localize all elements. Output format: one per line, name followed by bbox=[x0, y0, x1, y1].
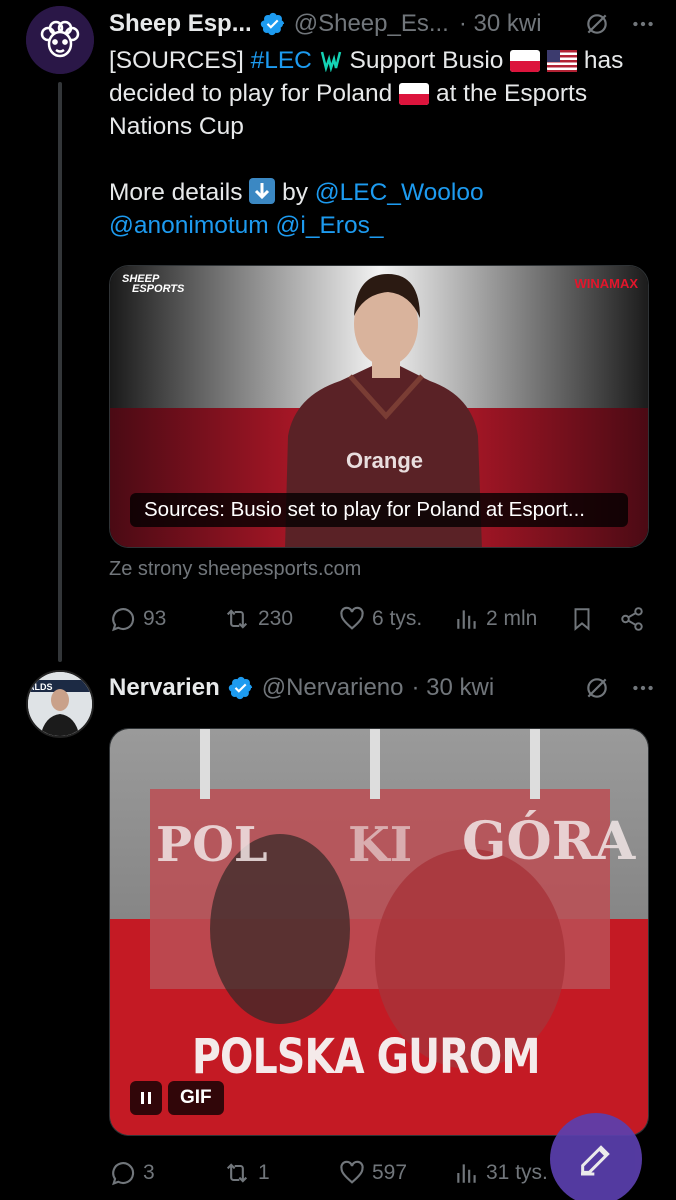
tweet-text-line2: decided to play for Poland bbox=[109, 80, 393, 107]
avatar[interactable]: ALDS bbox=[26, 670, 94, 738]
heart-icon bbox=[340, 1160, 364, 1184]
tweet-text-more: More details bbox=[109, 179, 243, 206]
mention-link[interactable]: @LEC_Wooloo bbox=[315, 179, 484, 206]
tweet-time[interactable]: · 30 kwi bbox=[459, 10, 542, 38]
views-icon bbox=[457, 1164, 476, 1183]
jersey-text: Orange bbox=[346, 448, 424, 473]
sheep-esports-logo: SHEEP ESPORTS bbox=[122, 274, 185, 295]
bookmark-icon bbox=[574, 608, 590, 631]
poland-flag-icon bbox=[510, 50, 541, 72]
compose-icon bbox=[581, 1145, 610, 1176]
usa-flag-icon bbox=[547, 50, 578, 72]
views-icon bbox=[457, 610, 476, 629]
logo-bottom-text: ESPORTS bbox=[132, 283, 185, 295]
heart-icon bbox=[340, 606, 364, 630]
poland-flag-icon bbox=[399, 83, 430, 105]
repost-button[interactable]: 230 bbox=[222, 605, 338, 633]
tweet-actions: 93 230 6 tys. 2 mln bbox=[109, 599, 649, 639]
reply-icon bbox=[112, 608, 135, 632]
avatar-column bbox=[26, 6, 94, 74]
avatar-column: ALDS bbox=[26, 670, 94, 738]
reply-count: 93 bbox=[143, 607, 167, 630]
tweet-text-has: has bbox=[583, 47, 624, 74]
lec-logo-icon bbox=[320, 51, 341, 72]
reply-count: 3 bbox=[143, 1161, 155, 1184]
card-domain[interactable]: Ze strony sheepesports.com bbox=[109, 558, 361, 581]
bookmark-button[interactable] bbox=[569, 605, 619, 633]
like-button[interactable]: 6 tys. bbox=[338, 605, 454, 633]
avatar-photo bbox=[28, 672, 92, 736]
tweet-time[interactable]: · 30 kwi bbox=[411, 674, 494, 702]
down-arrow-icon bbox=[249, 178, 276, 204]
tweet-line-1: [SOURCES] #LEC Support Busio has bbox=[109, 44, 649, 77]
tweet-text-line2b: at the Esports bbox=[435, 80, 588, 107]
tweet-line-5: More details by @LEC_Wooloo bbox=[109, 176, 649, 209]
banner-text-right: GÓRA bbox=[462, 811, 636, 872]
like-count: 6 tys. bbox=[372, 607, 423, 630]
repost-count: 230 bbox=[258, 607, 294, 630]
reply-button[interactable]: 3 bbox=[109, 1159, 222, 1187]
gif-controls: GIF bbox=[130, 1081, 224, 1115]
repost-icon bbox=[226, 1163, 248, 1183]
gif-caption-text: POLSKA GUROM bbox=[192, 1029, 541, 1085]
mention-link[interactable]: @anonimotum bbox=[109, 212, 269, 239]
gif-badge: GIF bbox=[168, 1081, 224, 1115]
views-button[interactable]: 2 mln bbox=[454, 606, 569, 632]
hashtag-link[interactable]: #LEC bbox=[251, 47, 312, 74]
mention-link[interactable]: @i_Eros_ bbox=[276, 212, 384, 239]
verified-badge-icon bbox=[260, 12, 284, 36]
sponsor-logo: WINAMAX bbox=[574, 276, 638, 291]
reply-button[interactable]: 93 bbox=[109, 605, 222, 633]
gif-media[interactable]: POL KI GÓRA POLSKA GUROM GIF bbox=[109, 728, 649, 1136]
share-button[interactable] bbox=[619, 606, 645, 632]
card-caption: Sources: Busio set to play for Poland at… bbox=[130, 493, 628, 527]
pause-icon bbox=[141, 1092, 151, 1104]
avatar-text: ALDS bbox=[28, 682, 53, 692]
link-card[interactable]: SHEEP ESPORTS WINAMAX Orange Sources: Bu… bbox=[109, 265, 649, 548]
tweet-text-sources: [SOURCES] bbox=[109, 47, 244, 74]
views-count: 2 mln bbox=[486, 607, 538, 630]
repost-button[interactable]: 1 bbox=[222, 1159, 338, 1187]
repost-count: 1 bbox=[258, 1161, 270, 1184]
tweet-text-support: Support Busio bbox=[349, 47, 504, 74]
tweet-header: Nervarien @Nervarieno · 30 kwi bbox=[109, 668, 656, 708]
reply-icon bbox=[112, 1162, 135, 1186]
author-handle[interactable]: @Nervarieno bbox=[262, 674, 404, 702]
tweet-text-by: by bbox=[282, 179, 308, 206]
grok-icon[interactable] bbox=[584, 11, 610, 37]
tweet-line-2: decided to play for Poland at the Esport… bbox=[109, 77, 649, 110]
grok-icon[interactable] bbox=[584, 675, 610, 701]
tweet-body: [SOURCES] #LEC Support Busio has decided… bbox=[109, 44, 649, 242]
tweet-header: Sheep Esp... @Sheep_Es... · 30 kwi bbox=[109, 4, 656, 44]
views-count: 31 tys. bbox=[486, 1161, 548, 1184]
sheep-logo-icon bbox=[26, 6, 94, 74]
tweet-line-6: @anonimotum @i_Eros_ bbox=[109, 209, 649, 242]
verified-badge-icon bbox=[228, 676, 252, 700]
author-handle[interactable]: @Sheep_Es... bbox=[294, 10, 449, 38]
more-options-icon[interactable] bbox=[630, 675, 656, 701]
compose-button[interactable] bbox=[550, 1113, 642, 1200]
tweet-sheep-esports[interactable]: Sheep Esp... @Sheep_Es... · 30 kwi [SOUR… bbox=[0, 0, 676, 662]
pause-button[interactable] bbox=[130, 1081, 162, 1115]
like-button[interactable]: 597 bbox=[338, 1159, 454, 1187]
more-options-icon[interactable] bbox=[630, 11, 656, 37]
share-icon bbox=[621, 607, 643, 631]
avatar[interactable] bbox=[26, 6, 94, 74]
tweet-text-line3: Nations Cup bbox=[109, 113, 244, 140]
author-name[interactable]: Nervarien bbox=[109, 674, 220, 702]
like-count: 597 bbox=[372, 1161, 408, 1184]
banner-text-mid: KI bbox=[348, 817, 413, 873]
banner-text-left: POL bbox=[156, 817, 268, 873]
author-name[interactable]: Sheep Esp... bbox=[109, 10, 252, 38]
thread-line bbox=[58, 82, 62, 662]
repost-icon bbox=[226, 609, 248, 629]
